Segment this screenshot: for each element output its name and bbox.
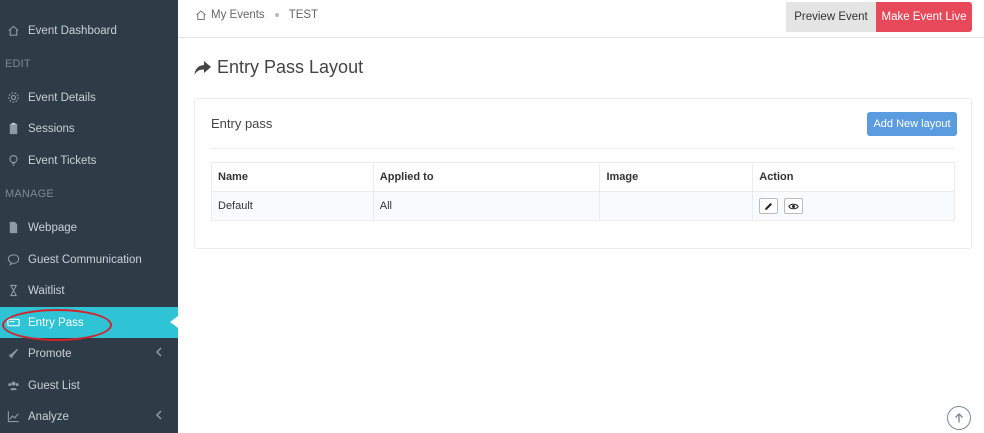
share-arrow-icon — [193, 59, 213, 77]
chevron-left-icon[interactable] — [155, 410, 163, 420]
preview-event-button[interactable]: Preview Event — [786, 2, 876, 32]
make-event-live-button[interactable]: Make Event Live — [876, 2, 972, 32]
sidebar-item-analyze[interactable]: Analyze — [0, 401, 178, 432]
column-header-image: Image — [599, 162, 754, 192]
sidebar-item-label: Analyze — [28, 410, 69, 423]
home-icon — [6, 24, 20, 38]
table-row: Default All — [211, 191, 955, 221]
sidebar-section-edit: EDIT — [5, 58, 31, 70]
sidebar-item-label: Event Tickets — [28, 154, 97, 167]
users-icon — [6, 379, 20, 393]
hourglass-icon — [6, 284, 20, 298]
sidebar-item-label: Waitlist — [28, 284, 65, 297]
view-button[interactable] — [784, 198, 804, 214]
sidebar-item-sessions[interactable]: Sessions — [0, 113, 178, 144]
sidebar-item-label: Webpage — [28, 221, 78, 234]
lightbulb-icon — [6, 154, 20, 168]
top-bar: My Events TEST Preview Event Make Event … — [178, 0, 984, 38]
sidebar-item-guest-list[interactable]: Guest List — [0, 370, 178, 401]
edit-button[interactable] — [759, 198, 779, 214]
cell-image — [599, 191, 754, 221]
sidebar-item-promote[interactable]: Promote — [0, 338, 178, 369]
sidebar-item-webpage[interactable]: Webpage — [0, 212, 178, 243]
sidebar-item-event-dashboard[interactable]: Event Dashboard — [0, 15, 178, 46]
file-icon — [6, 221, 20, 235]
page-title: Entry Pass Layout — [193, 57, 363, 78]
pencil-icon — [765, 202, 773, 210]
sidebar-item-label: Event Details — [28, 91, 96, 104]
rocket-icon — [6, 347, 20, 361]
entry-pass-panel: Entry pass Add New layout Name Applied t… — [194, 98, 972, 249]
sidebar-item-waitlist[interactable]: Waitlist — [0, 275, 178, 306]
add-new-layout-button[interactable]: Add New layout — [867, 112, 957, 136]
sidebar-item-label: Guest List — [28, 379, 80, 392]
sidebar-item-label: Sessions — [28, 122, 75, 135]
sidebar-item-guest-communication[interactable]: Guest Communication — [0, 244, 178, 275]
column-header-name: Name — [211, 162, 374, 192]
scroll-to-top-button[interactable] — [947, 406, 971, 430]
breadcrumb: My Events TEST — [195, 9, 318, 21]
highlight-annotation-ellipse — [2, 309, 112, 341]
clipboard-icon — [6, 122, 20, 136]
table-header-row: Name Applied to Image Action — [211, 162, 955, 192]
sidebar-item-label: Promote — [28, 347, 72, 360]
chart-icon — [6, 410, 20, 424]
cell-action — [752, 191, 955, 221]
arrow-up-icon — [955, 413, 963, 423]
divider — [211, 148, 955, 149]
sidebar-section-manage: MANAGE — [5, 188, 54, 200]
page-title-text: Entry Pass Layout — [217, 57, 364, 77]
chevron-left-icon[interactable] — [155, 347, 163, 357]
sidebar-item-event-tickets[interactable]: Event Tickets — [0, 145, 178, 176]
cell-applied-to: All — [372, 191, 601, 221]
sidebar-item-label: Event Dashboard — [28, 24, 117, 37]
layout-table: Name Applied to Image Action Default All — [211, 162, 955, 221]
sidebar: Event Dashboard EDIT Event Details Sessi… — [0, 0, 178, 433]
cell-name: Default — [211, 191, 374, 221]
column-header-action: Action — [752, 162, 955, 192]
column-header-applied-to: Applied to — [372, 162, 601, 192]
panel-title: Entry pass — [211, 116, 273, 131]
breadcrumb-my-events[interactable]: My Events — [211, 9, 265, 21]
gear-icon — [6, 91, 20, 105]
breadcrumb-separator — [274, 13, 279, 17]
breadcrumb-current: TEST — [288, 9, 319, 21]
eye-icon — [788, 203, 800, 209]
sidebar-item-label: Guest Communication — [28, 253, 142, 266]
sidebar-item-event-details[interactable]: Event Details — [0, 82, 178, 113]
home-icon — [195, 9, 207, 21]
chat-icon — [6, 253, 20, 267]
